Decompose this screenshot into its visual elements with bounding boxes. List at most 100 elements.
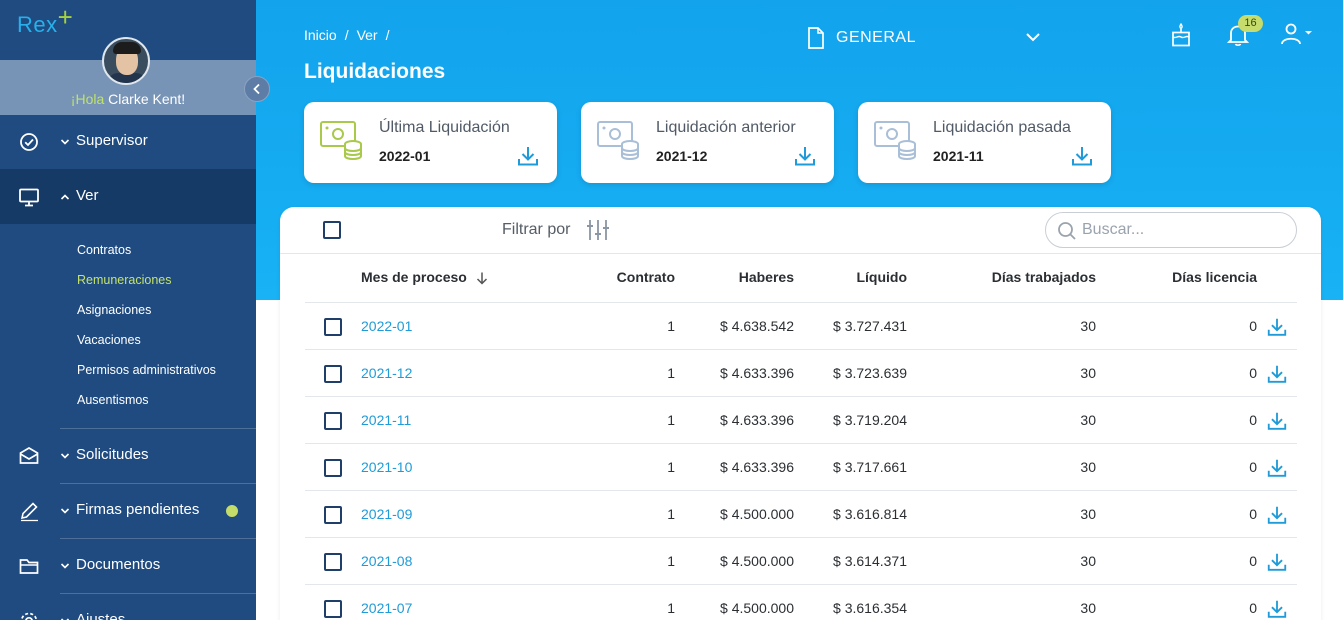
sliders-icon[interactable] — [586, 218, 610, 242]
search-box — [1045, 212, 1297, 248]
row-checkbox[interactable] — [324, 412, 342, 430]
sidebar-item-ver[interactable]: Ver — [0, 169, 256, 224]
chevron-down-icon — [60, 453, 70, 459]
breadcrumb-inicio[interactable]: Inicio — [304, 27, 337, 43]
column-header-liquido[interactable]: Líquido — [856, 269, 907, 285]
sidebar-subitem-remuneraciones[interactable]: Remuneraciones — [77, 273, 172, 287]
page-title: Liquidaciones — [304, 60, 446, 83]
sidebar-item-ajustes[interactable]: Ajustes — [0, 593, 256, 620]
sidebar: Rex+ ¡Hola Clarke Kent! Supervisor Ver C… — [0, 0, 256, 620]
user-menu-icon[interactable] — [1280, 22, 1314, 48]
row-checkbox[interactable] — [324, 553, 342, 571]
cell-liquido: $ 3.727.431 — [833, 318, 907, 334]
row-checkbox[interactable] — [324, 365, 342, 383]
cell-liquido: $ 3.719.204 — [833, 412, 907, 428]
filter-label[interactable]: Filtrar por — [502, 221, 570, 239]
download-icon[interactable] — [793, 144, 817, 168]
cell-haberes: $ 4.633.396 — [720, 459, 794, 475]
company-selector[interactable]: GENERAL — [806, 26, 916, 50]
money-coins-icon — [320, 121, 362, 160]
select-all-checkbox[interactable] — [323, 221, 341, 239]
sidebar-collapse-button[interactable] — [244, 76, 270, 102]
cell-mes-link[interactable]: 2021-09 — [361, 506, 412, 522]
logo-plus: + — [57, 2, 74, 32]
table-row[interactable]: 2022-01 1 $ 4.638.542 $ 3.727.431 30 0 — [280, 303, 1321, 350]
card-period: 2021-12 — [656, 148, 708, 164]
pen-icon — [20, 502, 38, 522]
card-liquidacion-anterior[interactable]: Liquidación anterior 2021-12 — [581, 102, 834, 183]
row-checkbox[interactable] — [324, 506, 342, 524]
chevron-down-icon — [60, 563, 70, 569]
cell-dias-trabajados: 30 — [1080, 412, 1096, 428]
envelope-icon — [19, 447, 39, 464]
chevron-left-icon — [253, 83, 260, 95]
cell-liquido: $ 3.616.814 — [833, 506, 907, 522]
sidebar-item-label: Documentos — [76, 556, 161, 573]
table-row[interactable]: 2021-07 1 $ 4.500.000 $ 3.616.354 30 0 — [280, 585, 1321, 620]
sidebar-item-firmas[interactable]: Firmas pendientes — [0, 483, 256, 538]
sidebar-subitem-vacaciones[interactable]: Vacaciones — [77, 333, 141, 347]
table-row[interactable]: 2021-08 1 $ 4.500.000 $ 3.614.371 30 0 — [280, 538, 1321, 585]
sidebar-subitem-ausentismos[interactable]: Ausentismos — [77, 393, 149, 407]
breadcrumb: Inicio / Ver / — [304, 27, 397, 43]
cell-contrato: 1 — [667, 506, 675, 522]
download-icon[interactable] — [1266, 598, 1288, 620]
table-row[interactable]: 2021-11 1 $ 4.633.396 $ 3.719.204 30 0 — [280, 397, 1321, 444]
cell-mes-link[interactable]: 2021-12 — [361, 365, 412, 381]
download-icon[interactable] — [1266, 551, 1288, 573]
download-icon[interactable] — [1266, 363, 1288, 385]
download-icon[interactable] — [1266, 316, 1288, 338]
greeting-hola: ¡Hola — [70, 91, 105, 107]
table-row[interactable]: 2021-10 1 $ 4.633.396 $ 3.717.661 30 0 — [280, 444, 1321, 491]
cell-haberes: $ 4.638.542 — [720, 318, 794, 334]
logo[interactable]: Rex+ — [17, 2, 73, 39]
avatar[interactable] — [102, 37, 150, 85]
card-ultima-liquidacion[interactable]: Última Liquidación 2022-01 — [304, 102, 557, 183]
sidebar-item-solicitudes[interactable]: Solicitudes — [0, 428, 256, 483]
sidebar-item-label: Ajustes — [76, 611, 126, 620]
download-icon[interactable] — [1266, 504, 1288, 526]
row-checkbox[interactable] — [324, 318, 342, 336]
download-icon[interactable] — [516, 144, 540, 168]
cell-haberes: $ 4.500.000 — [720, 506, 794, 522]
sidebar-subitem-permisos[interactable]: Permisos administrativos — [77, 363, 216, 377]
cell-mes-link[interactable]: 2021-07 — [361, 600, 412, 616]
row-checkbox[interactable] — [324, 600, 342, 618]
arrow-down-icon — [476, 272, 487, 285]
sidebar-item-supervisor[interactable]: Supervisor — [0, 114, 256, 169]
sidebar-item-label: Firmas pendientes — [76, 501, 200, 518]
cell-mes-link[interactable]: 2021-11 — [361, 412, 411, 428]
sidebar-subitem-asignaciones[interactable]: Asignaciones — [77, 303, 151, 317]
column-header-dias-trabajados[interactable]: Días trabajados — [992, 269, 1096, 285]
table-row[interactable]: 2021-09 1 $ 4.500.000 $ 3.616.814 30 0 — [280, 491, 1321, 538]
cell-dias-trabajados: 30 — [1080, 600, 1096, 616]
column-header-haberes[interactable]: Haberes — [739, 269, 794, 285]
row-checkbox[interactable] — [324, 459, 342, 477]
monitor-icon — [19, 188, 39, 207]
cell-dias-licencia: 0 — [1249, 553, 1257, 569]
sidebar-subitem-contratos[interactable]: Contratos — [77, 243, 131, 257]
birthday-cake-icon[interactable] — [1170, 22, 1192, 48]
cell-mes-link[interactable]: 2021-08 — [361, 553, 412, 569]
sidebar-item-documentos[interactable]: Documentos — [0, 538, 256, 593]
download-icon[interactable] — [1266, 457, 1288, 479]
chevron-up-icon — [60, 194, 70, 200]
column-header-contrato[interactable]: Contrato — [617, 269, 675, 285]
card-period: 2022-01 — [379, 148, 431, 164]
card-liquidacion-pasada[interactable]: Liquidación pasada 2021-11 — [858, 102, 1111, 183]
breadcrumb-ver[interactable]: Ver — [357, 27, 378, 43]
table-row[interactable]: 2021-12 1 $ 4.633.396 $ 3.723.639 30 0 — [280, 350, 1321, 397]
cell-mes-link[interactable]: 2022-01 — [361, 318, 412, 334]
search-input[interactable] — [1082, 219, 1282, 241]
chevron-down-icon[interactable] — [1025, 30, 1041, 44]
sidebar-item-label: Ver — [76, 187, 99, 204]
money-coins-icon — [874, 121, 916, 160]
cell-contrato: 1 — [667, 553, 675, 569]
cell-dias-trabajados: 30 — [1080, 318, 1096, 334]
download-icon[interactable] — [1070, 144, 1094, 168]
column-header-mes[interactable]: Mes de proceso — [361, 269, 489, 285]
column-header-dias-licencia[interactable]: Días licencia — [1172, 269, 1257, 285]
download-icon[interactable] — [1266, 410, 1288, 432]
cell-mes-link[interactable]: 2021-10 — [361, 459, 412, 475]
card-title: Liquidación pasada — [933, 119, 1071, 136]
